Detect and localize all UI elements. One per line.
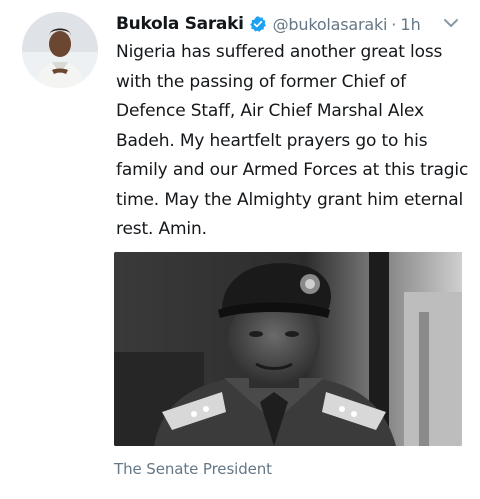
author-handle[interactable]: @bukolasaraki — [273, 15, 388, 34]
verified-badge-icon — [249, 16, 266, 32]
author-name[interactable]: Bukola Saraki — [116, 14, 244, 34]
tweet-text: Nigeria has suffered another great loss … — [116, 42, 469, 239]
timestamp[interactable]: 1h — [400, 15, 420, 34]
tweet-photo[interactable] — [114, 252, 462, 446]
tweet[interactable]: Bukola Saraki @bukolasaraki · 1h Nigeria… — [0, 0, 480, 499]
chevron-down-icon[interactable] — [442, 16, 460, 30]
tweet-header: Bukola Saraki @bukolasaraki · 1h — [116, 10, 466, 38]
image-caption: The Senate President — [114, 460, 272, 478]
separator-dot: · — [391, 14, 397, 34]
avatar[interactable] — [22, 12, 98, 88]
